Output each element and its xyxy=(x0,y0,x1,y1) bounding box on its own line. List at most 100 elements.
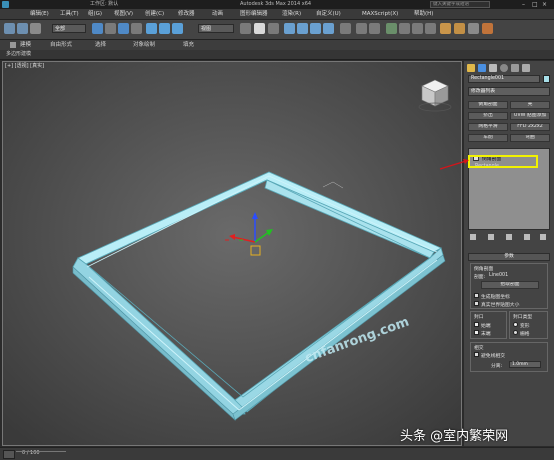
window-controls[interactable]: – □ × xyxy=(520,1,552,8)
menu-modifiers[interactable]: 修改器 xyxy=(178,9,195,19)
title-bar: 工作区: 默认 Autodesk 3ds Max 2014 x64 键入关键字或… xyxy=(0,0,554,9)
align-icon[interactable] xyxy=(369,23,380,34)
select-manipulate-icon[interactable] xyxy=(254,23,265,34)
highlight-box xyxy=(468,155,538,168)
modifier-list-dropdown[interactable]: 修改器列表 xyxy=(468,87,550,96)
profile-label: 剖面: xyxy=(474,275,486,280)
app-logo-icon[interactable] xyxy=(2,1,9,8)
spinner-snap-icon[interactable] xyxy=(323,23,334,34)
menu-help[interactable]: 帮助(H) xyxy=(414,9,433,19)
percent-snap-icon[interactable] xyxy=(310,23,321,34)
real-world-checkbox[interactable] xyxy=(474,301,479,306)
motion-tab-icon[interactable] xyxy=(500,64,508,72)
cap-end-checkbox[interactable] xyxy=(474,330,479,335)
layer-manager-icon[interactable] xyxy=(386,23,397,34)
ribbon-subtab-bar: 多边形建模 xyxy=(0,50,554,60)
render-setup-icon[interactable] xyxy=(454,23,465,34)
hierarchy-tab-icon[interactable] xyxy=(489,64,497,72)
pivot-center-icon[interactable] xyxy=(240,23,251,34)
named-selection-icon[interactable] xyxy=(340,23,351,34)
grid-radio[interactable] xyxy=(513,330,518,335)
morph-label: 变形 xyxy=(520,324,530,329)
morph-radio[interactable] xyxy=(513,322,518,327)
lathe-button[interactable]: 车削 xyxy=(468,134,508,142)
graphite-toggle-icon[interactable] xyxy=(399,23,410,34)
angle-snap-icon[interactable] xyxy=(297,23,308,34)
time-slider-prev-icon[interactable] xyxy=(3,450,15,459)
reference-coord-dropdown[interactable]: 视图 xyxy=(198,24,234,33)
utilities-tab-icon[interactable] xyxy=(522,64,530,72)
parameters-rollout-header[interactable]: 参数 xyxy=(468,253,550,261)
tab-selection[interactable]: 选择 xyxy=(95,40,106,50)
tab-modeling[interactable]: 建模 xyxy=(20,40,31,50)
ffd-button[interactable]: FFD 2x2x2 xyxy=(510,123,550,131)
workspace-label[interactable]: 工作区: 默认 xyxy=(90,0,118,9)
undo-icon[interactable] xyxy=(4,23,15,34)
close-icon[interactable]: × xyxy=(542,1,547,8)
selection-filter-dropdown[interactable]: 全部 xyxy=(52,24,86,33)
render-production-icon[interactable] xyxy=(482,23,493,34)
link-icon[interactable] xyxy=(30,23,41,34)
bevel-profile-button[interactable]: 倒角剖面 xyxy=(468,101,508,109)
meshsmooth-button[interactable]: 网格平滑 xyxy=(468,123,508,131)
menu-maxscript[interactable]: MAXScript(X) xyxy=(362,9,398,19)
snaps-toggle-icon[interactable] xyxy=(284,23,295,34)
menu-edit[interactable]: 编辑(E) xyxy=(30,9,49,19)
make-unique-icon[interactable] xyxy=(506,234,512,240)
object-name-field[interactable]: Rectangle001 xyxy=(468,75,540,83)
ribbon-pin-icon[interactable] xyxy=(10,42,16,48)
menu-animation[interactable]: 动画 xyxy=(212,9,223,19)
separation-spinner[interactable]: 1.0mm xyxy=(509,361,541,368)
tab-object-paint[interactable]: 对象绘制 xyxy=(133,40,155,50)
toutiao-watermark: 头条 @室内繁荣网 xyxy=(400,429,509,444)
menu-group[interactable]: 组(G) xyxy=(88,9,102,19)
pick-profile-button[interactable]: 拾取剖面 xyxy=(481,281,539,289)
select-move-icon[interactable] xyxy=(146,23,157,34)
polygon-modeling-tab[interactable]: 多边形建模 xyxy=(6,50,31,59)
configure-sets-icon[interactable] xyxy=(540,234,546,240)
time-slider-track[interactable] xyxy=(16,451,66,457)
bend-button[interactable]: 弯曲 xyxy=(510,134,550,142)
viewport-label[interactable]: [+] [透视] [真实] xyxy=(5,62,44,69)
menu-views[interactable]: 视图(V) xyxy=(114,9,133,19)
menu-tools[interactable]: 工具(T) xyxy=(60,9,79,19)
display-tab-icon[interactable] xyxy=(511,64,519,72)
redo-icon[interactable] xyxy=(17,23,28,34)
material-editor-icon[interactable] xyxy=(440,23,451,34)
window-crossing-icon[interactable] xyxy=(131,23,142,34)
menu-rendering[interactable]: 渲染(R) xyxy=(282,9,301,19)
select-scale-icon[interactable] xyxy=(172,23,183,34)
tab-freeform[interactable]: 自由形式 xyxy=(50,40,72,50)
schematic-view-icon[interactable] xyxy=(425,23,436,34)
menu-graph-editors[interactable]: 图形编辑器 xyxy=(240,9,268,19)
search-field[interactable]: 键入关键字或短语 xyxy=(430,1,490,8)
rect-selection-icon[interactable] xyxy=(118,23,129,34)
avoid-intersect-checkbox[interactable] xyxy=(474,352,479,357)
rendered-frame-icon[interactable] xyxy=(468,23,479,34)
modify-tab-icon[interactable] xyxy=(478,64,486,72)
pin-stack-icon[interactable] xyxy=(470,234,476,240)
remove-modifier-icon[interactable] xyxy=(524,234,530,240)
select-rotate-icon[interactable] xyxy=(159,23,170,34)
menu-create[interactable]: 创建(C) xyxy=(145,9,164,19)
cap-start-checkbox[interactable] xyxy=(474,322,479,327)
object-color-swatch[interactable] xyxy=(543,75,550,83)
viewport-canvas[interactable] xyxy=(3,62,462,446)
maximize-icon[interactable]: □ xyxy=(532,1,538,8)
mirror-icon[interactable] xyxy=(356,23,367,34)
select-by-name-icon[interactable] xyxy=(105,23,116,34)
keyboard-shortcut-icon[interactable] xyxy=(268,23,279,34)
shell-button[interactable]: 壳 xyxy=(510,101,550,109)
extrude-button[interactable]: 挤出 xyxy=(468,112,508,120)
curve-editor-icon[interactable] xyxy=(412,23,423,34)
separation-label: 分离: xyxy=(491,364,503,369)
select-object-icon[interactable] xyxy=(92,23,103,34)
perspective-viewport[interactable] xyxy=(2,61,462,446)
uvw-map-add-button[interactable]: UVW 贴图添加 xyxy=(510,112,550,120)
create-tab-icon[interactable] xyxy=(467,64,475,72)
gen-mapping-checkbox[interactable] xyxy=(474,293,479,298)
menu-customize[interactable]: 自定义(U) xyxy=(316,9,341,19)
show-end-result-icon[interactable] xyxy=(488,234,494,240)
tab-populate[interactable]: 填充 xyxy=(183,40,194,50)
minimize-icon[interactable]: – xyxy=(522,1,525,8)
